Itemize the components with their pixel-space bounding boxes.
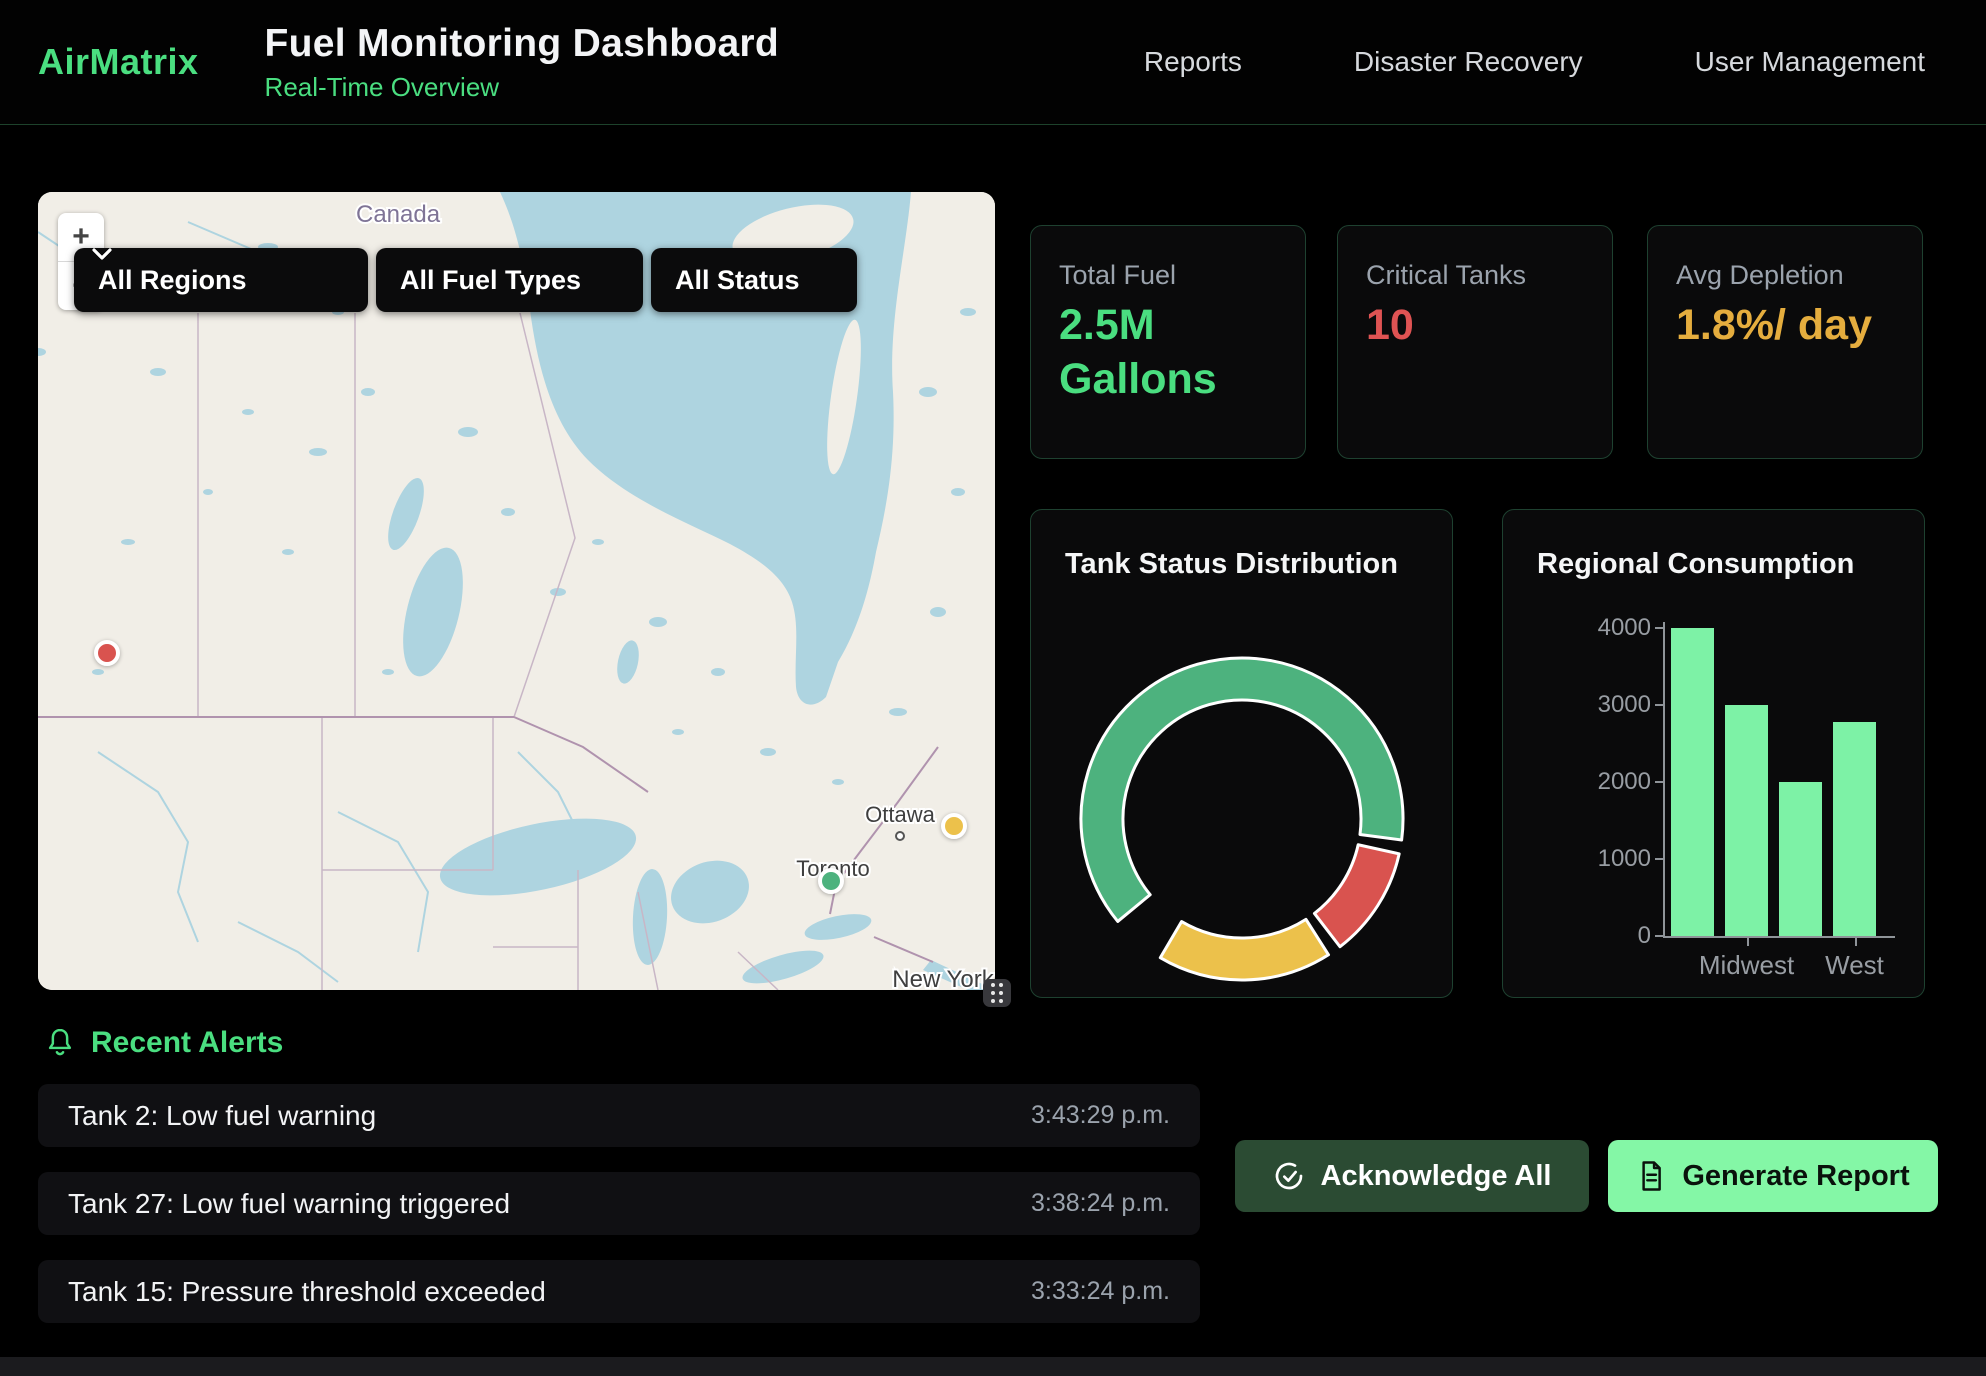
map-filter-row: All Regions All Fuel Types All Status: [74, 248, 857, 312]
tank-status-donut-chart: [1031, 626, 1454, 986]
donut-segment-critical[interactable]: [1314, 845, 1399, 947]
y-tick-mark: [1655, 704, 1664, 706]
alerts-title: Recent Alerts: [91, 1026, 283, 1060]
tank-marker-warning[interactable]: [941, 813, 967, 839]
x-tick-label: Midwest: [1699, 950, 1794, 981]
y-tick-mark: [1655, 627, 1664, 629]
y-tick-label: 3000: [1511, 691, 1651, 719]
fuel-map[interactable]: Canada Ottawa Toronto New York + − All R…: [38, 192, 995, 990]
map-resize-handle[interactable]: [983, 979, 1011, 1007]
regional-consumption-card: Regional Consumption 01000200030004000Mi…: [1502, 509, 1925, 998]
stat-card-critical-tanks: Critical Tanks 10: [1337, 225, 1613, 459]
alert-row: Tank 2: Low fuel warning 3:43:29 p.m.: [38, 1084, 1200, 1147]
alert-text: Tank 27: Low fuel warning triggered: [68, 1188, 510, 1220]
generate-report-button[interactable]: Generate Report: [1608, 1140, 1938, 1212]
y-tick-label: 0: [1511, 922, 1651, 950]
footer-strip: [0, 1357, 1986, 1376]
alert-text: Tank 15: Pressure threshold exceeded: [68, 1276, 546, 1308]
stat-value: 10: [1366, 299, 1584, 353]
y-tick-label: 1000: [1511, 845, 1651, 873]
consumption-bar[interactable]: [1833, 722, 1876, 936]
map-label-ottawa: Ottawa: [865, 802, 935, 827]
region-filter-dropdown[interactable]: All Regions: [74, 248, 368, 312]
check-circle-icon: [1273, 1160, 1305, 1192]
acknowledge-all-label: Acknowledge All: [1321, 1160, 1552, 1193]
y-tick-label: 4000: [1511, 614, 1651, 642]
nav-item-reports[interactable]: Reports: [1144, 46, 1242, 78]
y-tick-mark: [1655, 935, 1664, 937]
stat-label: Critical Tanks: [1366, 260, 1584, 291]
dashboard-screen: AirMatrix Fuel Monitoring Dashboard Real…: [0, 0, 1986, 1376]
donut-segment-warning[interactable]: [1160, 919, 1328, 980]
alerts-header: Recent Alerts: [45, 1026, 283, 1060]
alert-time: 3:38:24 p.m.: [1031, 1189, 1170, 1218]
stat-label: Total Fuel: [1059, 260, 1277, 291]
acknowledge-all-button[interactable]: Acknowledge All: [1235, 1140, 1589, 1212]
stat-card-avg-depletion: Avg Depletion 1.8%/ day: [1647, 225, 1923, 459]
alert-text: Tank 2: Low fuel warning: [68, 1100, 376, 1132]
y-tick-label: 2000: [1511, 768, 1651, 796]
y-axis: [1663, 622, 1665, 938]
status-filter-value: All Status: [675, 265, 800, 296]
consumption-bar[interactable]: [1779, 782, 1822, 936]
page-title: Fuel Monitoring Dashboard: [265, 22, 779, 66]
x-tick-label: West: [1825, 950, 1884, 981]
consumption-bar[interactable]: [1671, 628, 1714, 936]
title-block: Fuel Monitoring Dashboard Real-Time Over…: [265, 22, 779, 103]
tank-status-card: Tank Status Distribution: [1030, 509, 1453, 998]
status-filter-dropdown[interactable]: All Status: [651, 248, 857, 312]
chart-title: Tank Status Distribution: [1065, 548, 1398, 581]
tank-marker-critical[interactable]: [94, 640, 120, 666]
map-label-canada: Canada: [356, 201, 441, 228]
stat-label: Avg Depletion: [1676, 260, 1894, 291]
regional-bar-plot: 0 1000 2000 3000 4000 Midwest West: [1503, 510, 1926, 999]
y-tick-mark: [1655, 781, 1664, 783]
alert-row: Tank 27: Low fuel warning triggered 3:38…: [38, 1172, 1200, 1235]
tank-marker-normal[interactable]: [818, 868, 844, 894]
region-filter-value: All Regions: [98, 265, 247, 296]
x-tick-mark: [1855, 937, 1857, 946]
ottawa-town-dot: [896, 832, 904, 840]
app-header: AirMatrix Fuel Monitoring Dashboard Real…: [0, 0, 1986, 125]
app-logo: AirMatrix: [38, 41, 199, 83]
alert-row: Tank 15: Pressure threshold exceeded 3:3…: [38, 1260, 1200, 1323]
nav-item-user-management[interactable]: User Management: [1695, 46, 1925, 78]
x-tick-mark: [1747, 937, 1749, 946]
generate-report-label: Generate Report: [1682, 1160, 1909, 1193]
fuel-type-filter-dropdown[interactable]: All Fuel Types: [376, 248, 643, 312]
stat-value: 1.8%/ day: [1676, 299, 1894, 353]
chevron-down-icon: [92, 248, 112, 260]
y-tick-mark: [1655, 858, 1664, 860]
alert-time: 3:43:29 p.m.: [1031, 1101, 1170, 1130]
fuel-type-filter-value: All Fuel Types: [400, 265, 581, 296]
main-nav: Reports Disaster Recovery User Managemen…: [1144, 46, 1925, 78]
map-label-newyork: New York: [892, 966, 994, 990]
page-subtitle: Real-Time Overview: [265, 72, 779, 103]
x-axis: [1663, 936, 1895, 938]
consumption-bar[interactable]: [1725, 705, 1768, 936]
bell-icon: [45, 1027, 75, 1059]
alert-time: 3:33:24 p.m.: [1031, 1277, 1170, 1306]
nav-item-disaster-recovery[interactable]: Disaster Recovery: [1354, 46, 1583, 78]
stat-value: 2.5M Gallons: [1059, 299, 1277, 407]
stat-card-total-fuel: Total Fuel 2.5M Gallons: [1030, 225, 1306, 459]
document-icon: [1636, 1160, 1666, 1192]
